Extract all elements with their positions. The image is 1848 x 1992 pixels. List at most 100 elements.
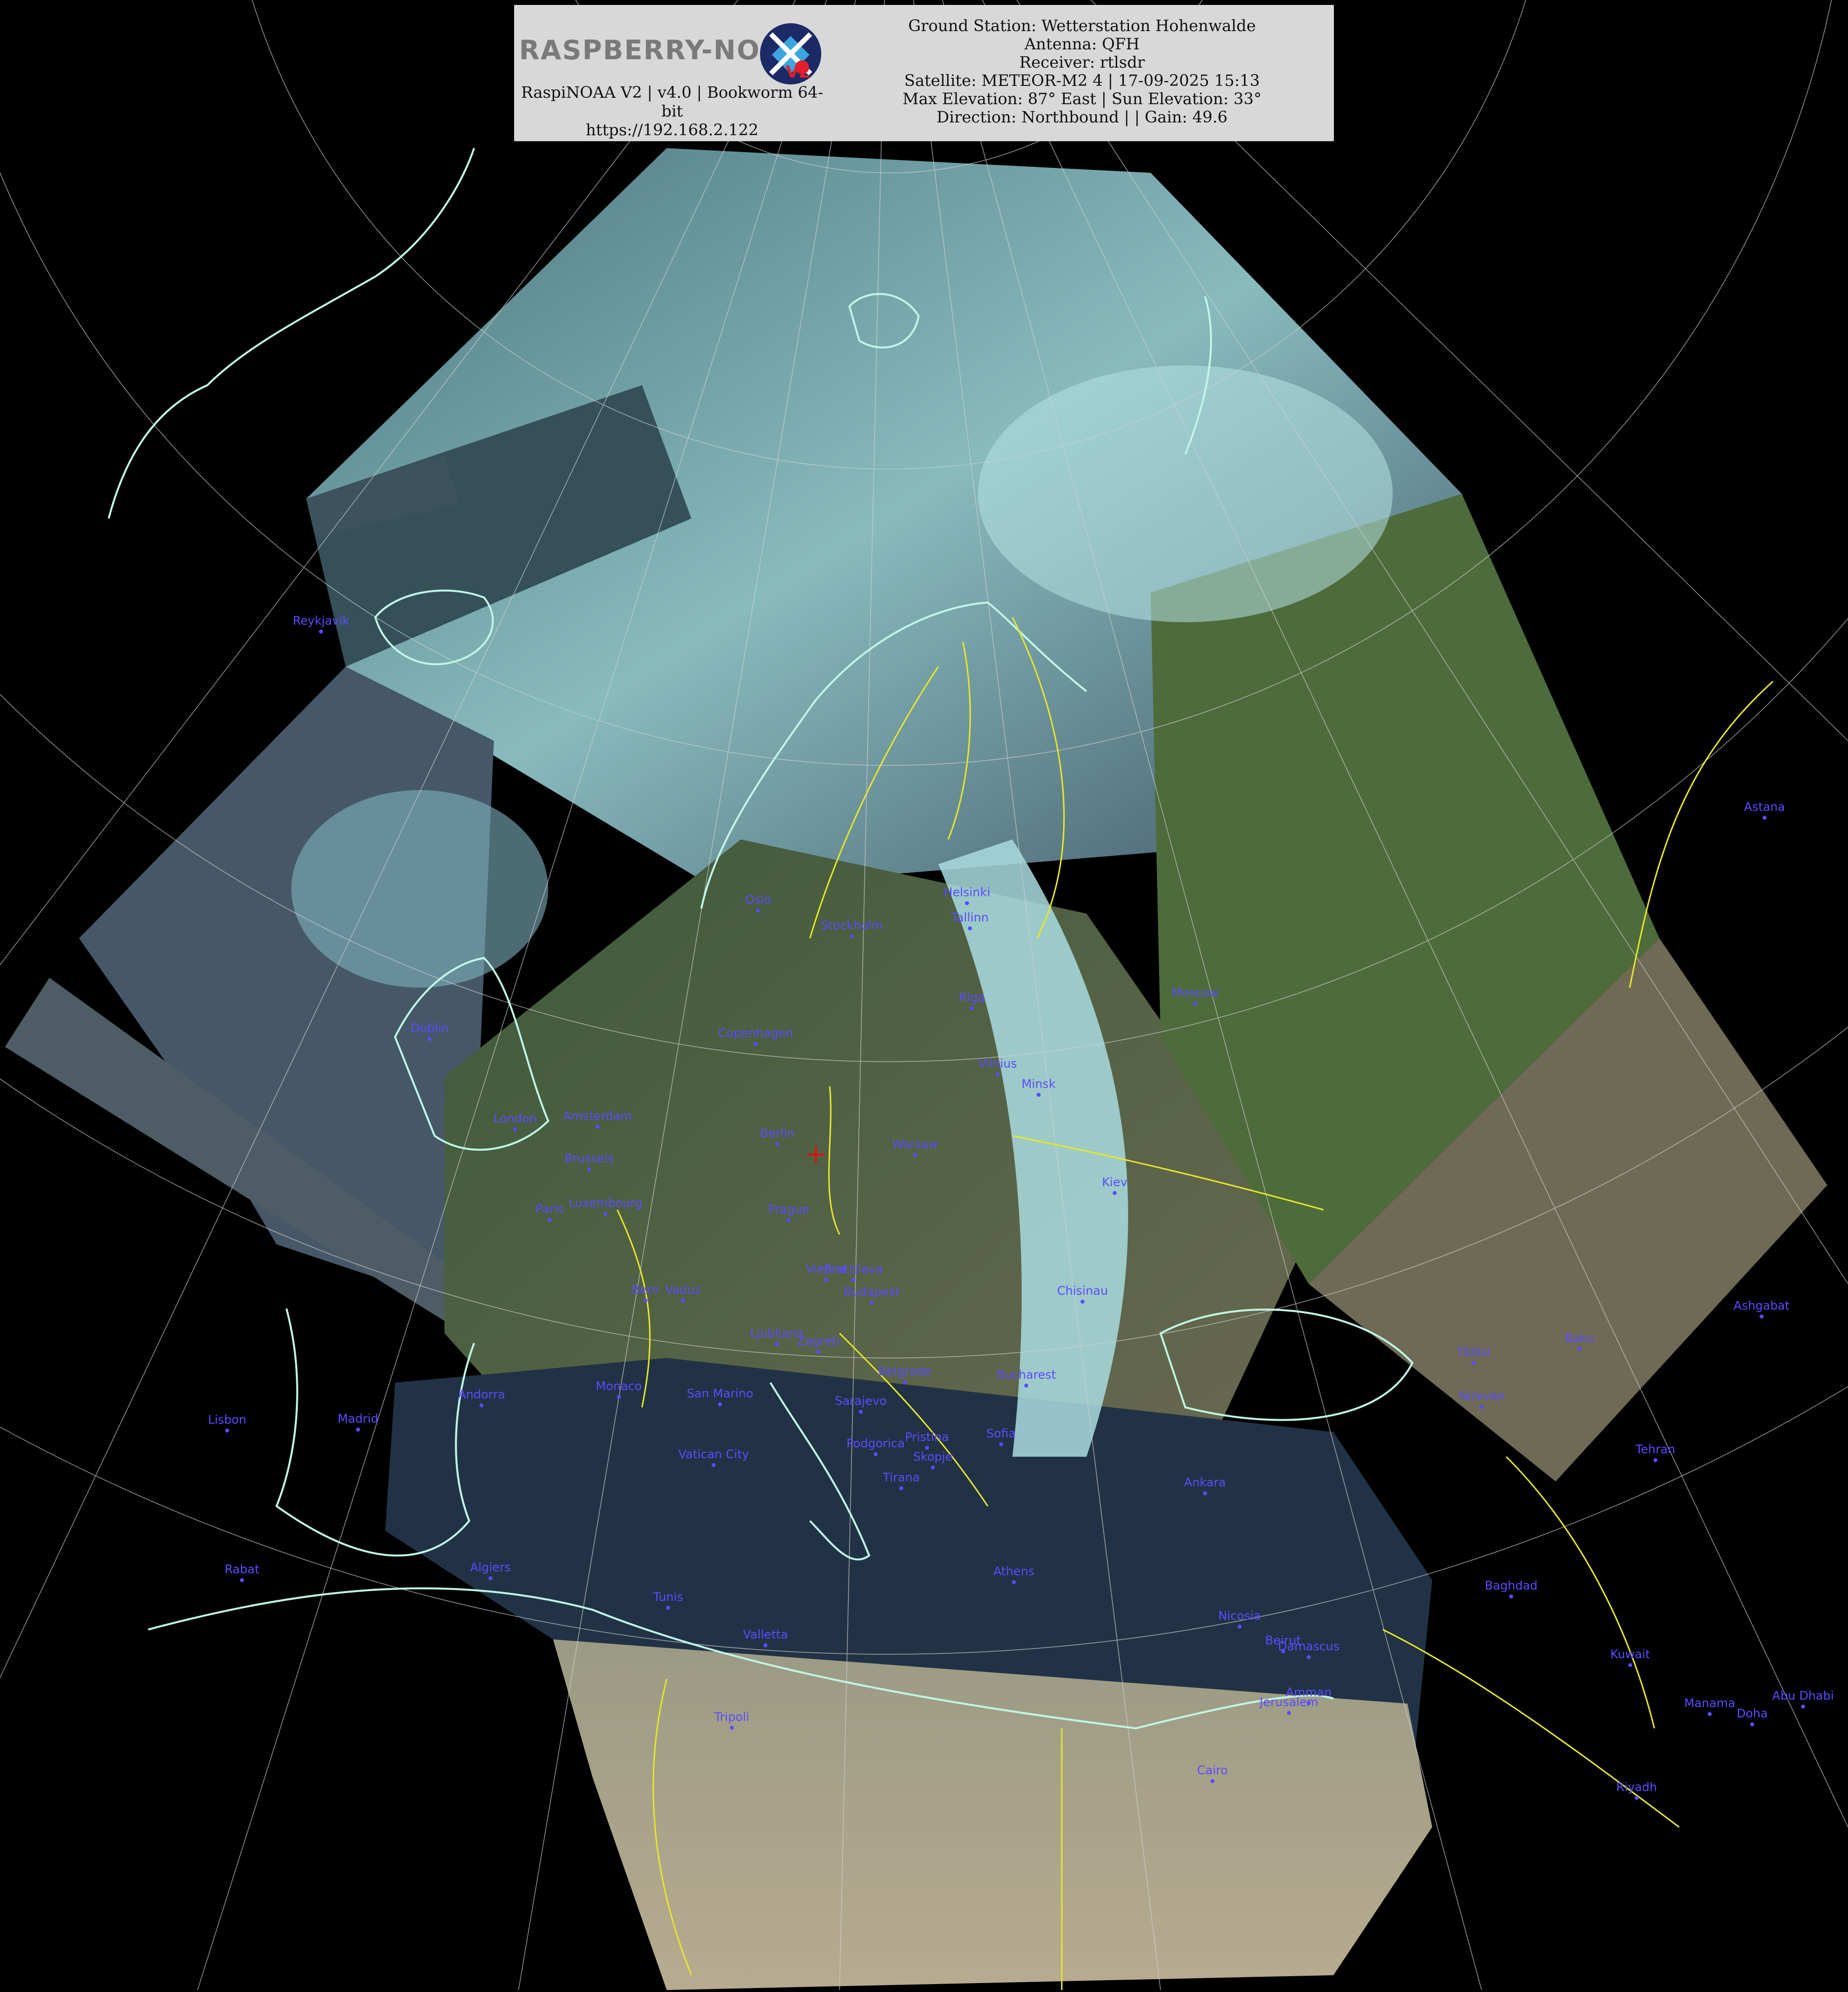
city-lisbon: Lisbon: [208, 1413, 246, 1433]
system-info: RaspiNOAA V2 | v4.0 | Bookworm 64- bit h…: [514, 83, 830, 139]
city-label: Tirana: [882, 1471, 920, 1484]
city-dot: [1509, 1594, 1513, 1598]
city-dot: [488, 1576, 492, 1580]
city-label: Ljubljana: [750, 1326, 803, 1340]
city-doha: Doha: [1736, 1707, 1768, 1726]
city-label: Athens: [993, 1564, 1034, 1578]
city-label: Monaco: [596, 1379, 642, 1393]
city-label: Valletta: [743, 1628, 788, 1641]
city-ashgabat: Ashgabat: [1733, 1299, 1790, 1318]
city-label: Bern: [632, 1283, 659, 1297]
city-dot: [596, 1125, 600, 1129]
city-label: Yerevan: [1458, 1389, 1505, 1403]
direction-gain-line: Direction: Northbound | | Gain: 49.6: [936, 108, 1228, 126]
city-label: Kuwait: [1610, 1647, 1650, 1661]
satellite-line: Satellite: METEOR-M2 4 | 17-09-2025 15:1…: [904, 71, 1260, 90]
city-dot: [775, 1342, 779, 1346]
border-middle-east: [1505, 1456, 1655, 1729]
city-dot: [996, 1073, 1000, 1076]
cloud-swirl-atlantic: [291, 790, 548, 988]
city-label: Pristina: [905, 1430, 949, 1444]
city-label: Tallinn: [951, 911, 989, 924]
city-dot: [824, 1278, 828, 1282]
receiver-line: Receiver: rtlsdr: [1019, 53, 1145, 72]
city-label: Bratislava: [824, 1262, 883, 1276]
city-label: Stockholm: [821, 918, 883, 932]
city-dot: [968, 926, 972, 930]
city-dot: [319, 630, 323, 634]
city-label: Paris: [535, 1202, 563, 1216]
city-dot: [1801, 1705, 1805, 1709]
city-dot: [1653, 1458, 1657, 1462]
city-dot: [718, 1402, 722, 1406]
city-dot: [1193, 1001, 1197, 1005]
city-dot: [356, 1428, 360, 1432]
city-dot: [1287, 1711, 1291, 1715]
city-baghdad: Baghdad: [1485, 1579, 1538, 1598]
city-label: Baku: [1565, 1331, 1594, 1345]
city-label: Rabat: [225, 1562, 259, 1576]
city-label: Oslo: [745, 893, 771, 907]
city-dot: [1480, 1405, 1484, 1409]
city-dot: [480, 1403, 483, 1407]
city-label: Baghdad: [1485, 1579, 1538, 1593]
city-dot: [666, 1606, 670, 1610]
city-dot: [1628, 1663, 1632, 1667]
system-info-line: bit: [661, 102, 683, 120]
city-dot: [1635, 1796, 1639, 1800]
elevation-line: Max Elevation: 87° East | Sun Elevation:…: [902, 89, 1262, 108]
city-dot: [874, 1452, 878, 1456]
city-label: Tbilisi: [1456, 1345, 1490, 1359]
city-riyadh: Riyadh: [1616, 1780, 1657, 1800]
city-dot: [870, 1301, 874, 1305]
city-label: Budapest: [844, 1285, 900, 1299]
city-label: Tripoli: [714, 1710, 750, 1724]
city-label: Sofia: [986, 1427, 1016, 1440]
city-dot: [1037, 1093, 1041, 1097]
city-dot: [1238, 1625, 1242, 1629]
city-dot: [1750, 1722, 1754, 1726]
city-dot: [970, 1006, 974, 1010]
city-dot: [225, 1429, 229, 1433]
pass-details: Ground Station: Wetterstation Hohenwalde…: [830, 5, 1334, 141]
city-dot: [681, 1299, 685, 1303]
city-dot: [1763, 816, 1767, 820]
city-label: San Marino: [687, 1387, 754, 1400]
city-dot: [428, 1037, 432, 1041]
city-dot: [1760, 1315, 1764, 1318]
city-label: Moscow: [1171, 986, 1218, 999]
city-dot: [816, 1350, 820, 1354]
city-dot: [1012, 1580, 1016, 1584]
city-dot: [643, 1299, 647, 1303]
city-dot: [756, 909, 760, 913]
city-dot: [730, 1726, 734, 1730]
city-dot: [851, 1278, 855, 1282]
city-dot: [617, 1395, 621, 1399]
city-label: Cairo: [1197, 1763, 1228, 1777]
city-dot: [965, 901, 969, 905]
city-dot: [1577, 1347, 1581, 1351]
city-label: Ankara: [1184, 1475, 1226, 1489]
city-label: Madrid: [338, 1412, 378, 1426]
city-dot: [1024, 1384, 1028, 1388]
city-manama: Manama: [1684, 1696, 1735, 1716]
city-label: Prague: [768, 1202, 809, 1216]
city-label: Riga: [959, 991, 985, 1004]
city-dot: [999, 1442, 1003, 1446]
city-dot: [587, 1167, 591, 1171]
city-label: Sarajevo: [835, 1394, 887, 1408]
system-info-line: RaspiNOAA V2 | v4.0 | Bookworm 64-: [521, 83, 823, 102]
city-dot: [931, 1466, 935, 1470]
city-dot: [712, 1463, 716, 1467]
antenna-line: Antenna: QFH: [1024, 35, 1140, 53]
city-kuwait: Kuwait: [1610, 1647, 1650, 1667]
city-label: Bucharest: [997, 1368, 1056, 1382]
city-label: Tehran: [1635, 1442, 1675, 1456]
city-label: Doha: [1736, 1707, 1768, 1720]
city-dot: [787, 1218, 791, 1222]
city-label: Manama: [1684, 1696, 1735, 1710]
satellite-swaths: [5, 148, 1827, 1990]
city-label: Ashgabat: [1733, 1299, 1789, 1313]
city-astana: Astana: [1744, 800, 1785, 820]
city-label: Jerusalem: [1259, 1695, 1319, 1709]
